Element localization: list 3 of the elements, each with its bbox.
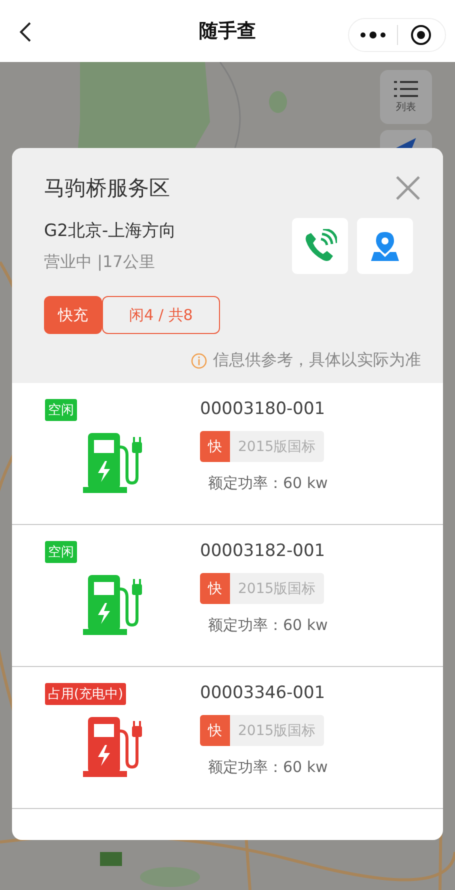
- close-target-icon[interactable]: [410, 24, 432, 46]
- more-icon[interactable]: [360, 31, 386, 39]
- page-title: 随手查: [199, 19, 256, 44]
